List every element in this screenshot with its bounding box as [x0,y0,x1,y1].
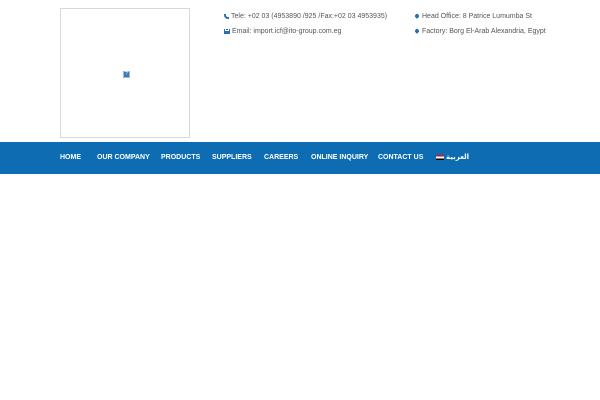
head-office-contact: Head Office: 8 Patrice Lumumba St [414,11,532,21]
nav-item-suppliers[interactable]: SUPPLIERS [212,142,252,174]
factory-contact: Factory: Borg El-Arab Alexandria, Egypt [414,26,546,36]
map-marker-icon [414,13,420,19]
map-marker-icon [414,28,420,34]
nav-item-contact-us[interactable]: CONTACT US [378,142,423,174]
nav-item-arabic[interactable]: العربية [436,142,469,174]
nav-item-careers[interactable]: CAREERS [264,142,298,174]
main-navigation: HOME OUR COMPANY PRODUCTS SUPPLIERS CARE… [0,142,600,174]
nav-item-home[interactable]: HOME [60,142,81,174]
email-text[interactable]: Email: import.icf@ito-group.com.eg [232,28,341,35]
nav-item-online-inquiry[interactable]: ONLINE INQUIRY [311,142,368,174]
phone-text: Tele: +02 03 (4953890 /925 /Fax:+02 03 4… [231,12,388,20]
factory-text: Factory: Borg El-Arab Alexandria, Egypt [422,27,546,35]
envelope-icon [224,28,230,34]
egypt-flag-icon [436,154,444,160]
broken-image-icon: ? [123,71,130,78]
nav-item-arabic-label: العربية [446,154,470,161]
phone-icon [224,13,229,19]
nav-item-our-company[interactable]: OUR COMPANY [97,142,150,174]
head-office-text: Head Office: 8 Patrice Lumumba St [422,12,532,20]
logo-image-frame[interactable]: ? [60,8,190,138]
nav-item-products[interactable]: PRODUCTS [161,142,200,174]
email-contact[interactable]: Email: import.icf@ito-group.com.eg [224,26,341,36]
phone-contact: Tele: +02 03 (4953890 /925 /Fax:+02 03 4… [224,11,387,21]
page: ? Tele: +02 03 (4953890 /925 /Fax:+02 03… [0,0,600,400]
